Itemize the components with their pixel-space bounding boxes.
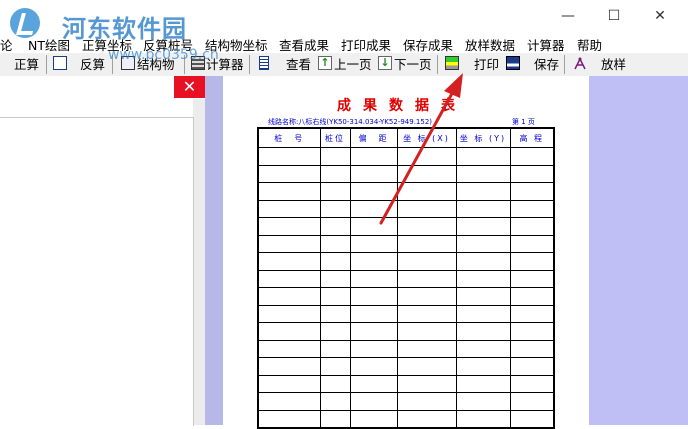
annotation-arrow <box>379 73 463 225</box>
